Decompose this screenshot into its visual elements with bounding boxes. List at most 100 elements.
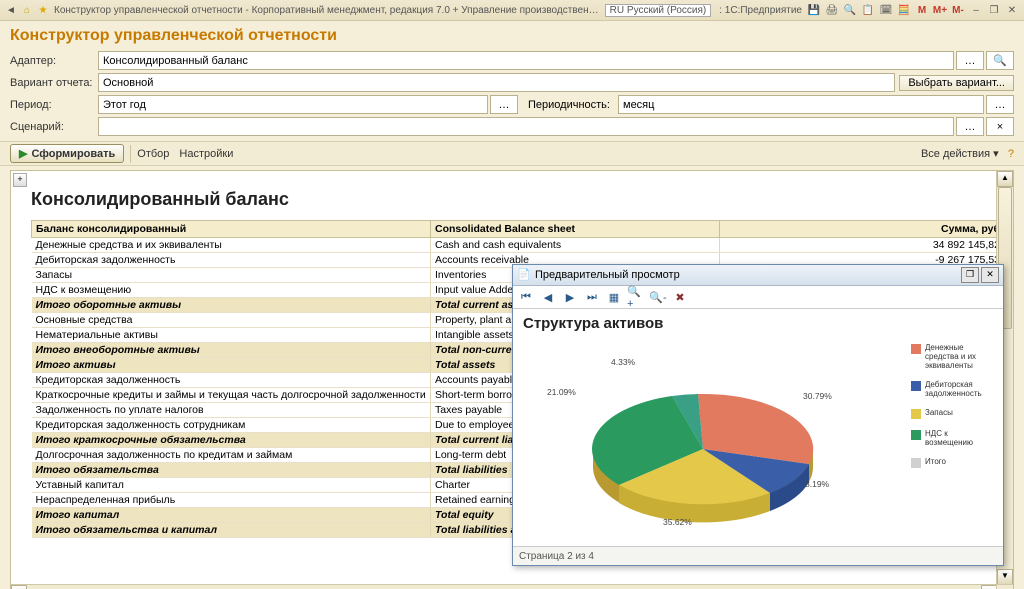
form-button[interactable]: ▶Сформировать <box>10 144 124 163</box>
copy-icon[interactable]: 📋 <box>860 2 876 18</box>
preview-status: Страница 2 из 4 <box>513 546 1003 565</box>
page-setup-icon[interactable]: ▦ <box>605 288 623 306</box>
cell-ru: Итого краткосрочные обязательства <box>32 433 431 448</box>
scenario-select-btn[interactable]: … <box>956 117 984 136</box>
col-ru: Баланс консолидированный <box>32 221 431 238</box>
cell-ru: Денежные средства и их эквиваленты <box>32 238 431 253</box>
scroll-left-icon[interactable]: ◄ <box>11 585 27 589</box>
periodicity-label: Периодичность: <box>518 99 618 111</box>
nav-prev-icon[interactable]: ◀ <box>539 288 557 306</box>
save-icon[interactable]: 💾 <box>806 2 822 18</box>
nav-first-icon[interactable]: ⏮ <box>517 288 535 306</box>
pie-label-4: 8.19% <box>805 479 829 489</box>
col-en: Consolidated Balance sheet <box>431 221 720 238</box>
chart-legend: Денежные средства и их эквиваленты Дебито… <box>911 343 997 478</box>
cell-ru: Нераспределенная прибыль <box>32 493 431 508</box>
cell-ru: Кредиторская задолженность сотрудникам <box>32 418 431 433</box>
scenario-input[interactable] <box>98 117 954 136</box>
adapter-select-btn[interactable]: … <box>956 51 984 70</box>
zoom-in-icon[interactable]: 🔍+ <box>627 288 645 306</box>
pie-label-1: 4.33% <box>611 357 635 367</box>
maximize-icon[interactable]: ❐ <box>986 2 1002 18</box>
nav-last-icon[interactable]: ⏭ <box>583 288 601 306</box>
adapter-open-btn[interactable]: 🔍 <box>986 51 1014 70</box>
cell-ru: Итого обязательства и капитал <box>32 523 431 538</box>
scroll-corner <box>996 584 1013 589</box>
legend-label: Итого <box>925 457 946 466</box>
cell-ru: Задолженность по уплате налогов <box>32 403 431 418</box>
pie-label-3: 35.62% <box>663 517 692 527</box>
preview-body: Структура активов <box>513 309 1003 555</box>
table-row[interactable]: Денежные средства и их эквивалентыCash a… <box>32 238 1005 253</box>
cell-ru: Итого обязательства <box>32 463 431 478</box>
variant-input[interactable]: Основной <box>98 73 895 92</box>
form-area: Адаптер: Консолидированный баланс … 🔍 Ва… <box>0 49 1024 141</box>
scenario-clear-btn[interactable]: × <box>986 117 1014 136</box>
preview-titlebar[interactable]: 📄 Предварительный просмотр ❐ ✕ <box>513 265 1003 286</box>
period-label: Период: <box>10 99 98 111</box>
legend-label: Запасы <box>925 408 953 417</box>
cell-ru: Долгосрочная задолженность по кредитам и… <box>32 448 431 463</box>
print-icon[interactable]: 🖨 <box>824 2 840 18</box>
cell-ru: Нематериальные активы <box>32 328 431 343</box>
language-selector[interactable]: RU Русский (Россия) <box>605 4 712 17</box>
periodicity-select-btn[interactable]: … <box>986 95 1014 114</box>
periodicity-input[interactable]: месяц <box>618 95 984 114</box>
legend-item: Запасы <box>911 408 997 419</box>
adapter-label: Адаптер: <box>10 55 98 67</box>
choose-variant-button[interactable]: Выбрать вариант... <box>899 75 1014 91</box>
legend-swatch <box>911 409 921 419</box>
preview-icon[interactable]: 🔍 <box>842 2 858 18</box>
legend-swatch <box>911 430 921 440</box>
horizontal-scrollbar[interactable]: ◄ ► <box>11 584 997 589</box>
legend-label: Денежные средства и их эквиваленты <box>925 343 997 370</box>
report-title: Консолидированный баланс <box>31 189 1005 210</box>
titlebar: ◄ ⌂ ★ Конструктор управленческой отчетно… <box>0 0 1024 21</box>
chart-title: Структура активов <box>523 315 995 332</box>
expand-button[interactable]: + <box>13 173 27 187</box>
cell-ru: Кредиторская задолженность <box>32 373 431 388</box>
pie-chart: 4.33% 21.09% 35.62% 8.19% 30.79% <box>563 369 843 539</box>
adapter-input[interactable]: Консолидированный баланс <box>98 51 954 70</box>
toolbar: ▶Сформировать Отбор Настройки Все действ… <box>0 141 1024 166</box>
legend-label: НДС к возмещению <box>925 429 997 447</box>
scroll-up-icon[interactable]: ▲ <box>997 171 1013 187</box>
cell-ru: Итого оборотные активы <box>32 298 431 313</box>
cell-en: Cash and cash equivalents <box>431 238 720 253</box>
legend-item: Дебиторская задолженность <box>911 380 997 398</box>
legend-swatch <box>911 381 921 391</box>
all-actions-button[interactable]: Все действия ▾ ? <box>921 147 1014 160</box>
period-input[interactable]: Этот год <box>98 95 488 114</box>
nav-next-icon[interactable]: ▶ <box>561 288 579 306</box>
cell-amount: 34 892 145,82 <box>720 238 1005 253</box>
cell-ru: НДС к возмещению <box>32 283 431 298</box>
scroll-right-icon[interactable]: ► <box>981 585 997 589</box>
cell-ru: Итого активы <box>32 358 431 373</box>
zoom-out-icon[interactable]: 🔍- <box>649 288 667 306</box>
cell-ru: Дебиторская задолженность <box>32 253 431 268</box>
variant-label: Вариант отчета: <box>10 77 98 89</box>
scroll-down-icon[interactable]: ▼ <box>997 569 1013 585</box>
preview-close-icon[interactable]: ✖ <box>671 288 689 306</box>
settings-button[interactable]: Настройки <box>179 148 233 160</box>
m-icon[interactable]: M <box>914 2 930 18</box>
filter-button[interactable]: Отбор <box>137 148 169 160</box>
favorite-icon[interactable]: ★ <box>36 3 50 17</box>
minimize-icon[interactable]: – <box>968 2 984 18</box>
preview-close-button[interactable]: ✕ <box>981 267 999 283</box>
cell-ru: Уставный капитал <box>32 478 431 493</box>
close-icon[interactable]: ✕ <box>1004 2 1020 18</box>
home-icon[interactable]: ⌂ <box>20 3 34 17</box>
m-minus-icon[interactable]: M- <box>950 2 966 18</box>
calc-icon[interactable]: 🧮 <box>896 2 912 18</box>
back-icon[interactable]: ◄ <box>4 3 18 17</box>
window-title: Конструктор управленческой отчетности - … <box>54 5 601 16</box>
preview-window: 📄 Предварительный просмотр ❐ ✕ ⏮ ◀ ▶ ⏭ ▦… <box>512 264 1004 566</box>
preview-max-button[interactable]: ❐ <box>961 267 979 283</box>
help-icon: ? <box>1008 148 1014 160</box>
page-title: Конструктор управленческой отчетности <box>0 21 1024 49</box>
calendar-icon[interactable]: 🗓 <box>878 2 894 18</box>
m-plus-icon[interactable]: M+ <box>932 2 948 18</box>
cell-ru: Итого внеоборотные активы <box>32 343 431 358</box>
period-select-btn[interactable]: … <box>490 95 518 114</box>
